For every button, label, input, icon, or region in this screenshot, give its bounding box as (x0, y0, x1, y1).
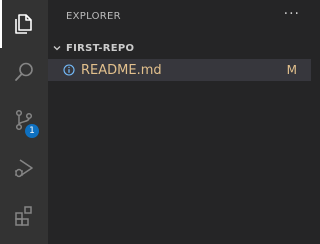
run-debug-icon (15, 159, 33, 178)
explorer-sidebar: EXPLORER ··· FIRST-REPO README.md M (48, 0, 311, 244)
more-actions-button[interactable]: ··· (284, 4, 300, 24)
activity-extensions[interactable] (0, 192, 48, 240)
files-icon (15, 14, 32, 34)
extensions-icon (15, 206, 32, 226)
section-first-repo[interactable]: FIRST-REPO (48, 37, 311, 59)
source-control-badge: 1 (25, 124, 39, 138)
activity-source-control[interactable]: 1 (0, 96, 48, 144)
file-name: README.md (81, 62, 162, 78)
git-status-badge: M (286, 63, 297, 77)
sidebar-title: EXPLORER (66, 11, 121, 22)
activity-search[interactable] (0, 48, 48, 96)
info-icon (62, 63, 76, 77)
activity-explorer[interactable] (0, 0, 48, 48)
file-item-readme[interactable]: README.md M (48, 59, 311, 81)
activity-bar: 1 (0, 0, 48, 244)
search-icon (15, 62, 33, 81)
vscode-window: 1 EXPLORER ··· FIRST-REPO README.md M (0, 0, 311, 244)
chevron-down-icon (48, 43, 66, 53)
activity-run-debug[interactable] (0, 144, 48, 192)
section-label: FIRST-REPO (66, 42, 135, 54)
